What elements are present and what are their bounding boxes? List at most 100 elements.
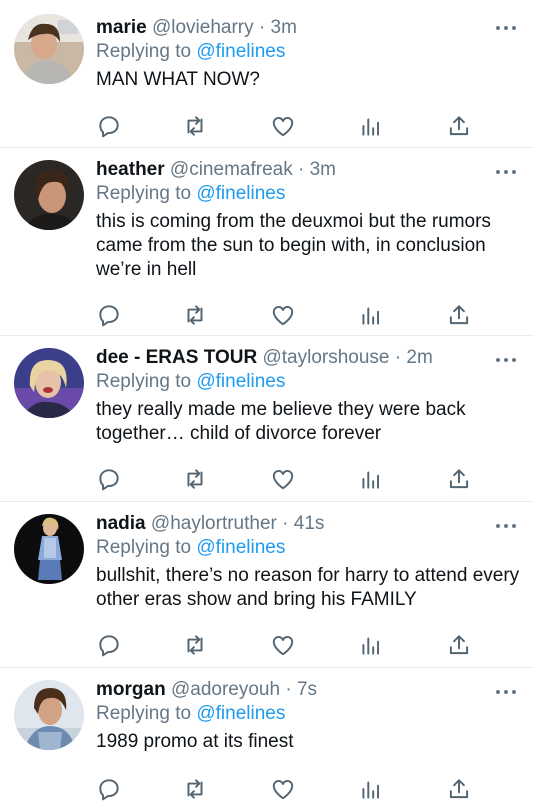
action-bar (96, 632, 476, 658)
like-icon[interactable] (270, 302, 296, 328)
separator-dot: · (297, 159, 305, 180)
tweet-header: marie @lovieharry · 3m (96, 16, 522, 40)
tweet-body: dee - ERAS TOUR @taylorshouse · 2m Reply… (96, 346, 522, 446)
analytics-icon[interactable] (358, 466, 384, 492)
user-handle[interactable]: @adoreyouh (171, 679, 280, 700)
analytics-icon[interactable] (358, 302, 384, 328)
mention-link[interactable]: @finelines (196, 183, 285, 204)
mention-link[interactable]: @finelines (196, 703, 285, 724)
action-bar (96, 302, 476, 328)
user-handle[interactable]: @taylorshouse (262, 347, 389, 368)
retweet-icon[interactable] (182, 302, 208, 328)
tweet[interactable]: marie @lovieharry · 3m Replying to @fine… (0, 0, 534, 148)
reply-feed: marie @lovieharry · 3m Replying to @fine… (0, 0, 534, 810)
tweet-header: dee - ERAS TOUR @taylorshouse · 2m (96, 346, 522, 370)
share-icon[interactable] (446, 632, 472, 658)
reply-icon[interactable] (96, 113, 122, 139)
user-handle[interactable]: @lovieharry (152, 17, 254, 38)
avatar[interactable] (14, 680, 84, 750)
like-icon[interactable] (270, 113, 296, 139)
avatar-photo-icon (14, 160, 84, 230)
tweet-body: morgan @adoreyouh · 7s Replying to @fine… (96, 678, 522, 754)
avatar[interactable] (14, 14, 84, 84)
tweet[interactable]: morgan @adoreyouh · 7s Replying to @fine… (0, 668, 534, 810)
tweet-text: 1989 promo at its finest (96, 731, 294, 752)
timestamp[interactable]: 41s (294, 513, 325, 534)
tweet-header: nadia @haylortruther · 41s (96, 512, 522, 536)
replying-to: Replying to @finelines (96, 370, 522, 394)
display-name[interactable]: dee - ERAS TOUR (96, 347, 257, 368)
tweet[interactable]: nadia @haylortruther · 41s Replying to @… (0, 502, 534, 668)
tweet-body: marie @lovieharry · 3m Replying to @fine… (96, 16, 522, 92)
replying-to: Replying to @finelines (96, 536, 522, 560)
user-handle[interactable]: @cinemafreak (170, 159, 293, 180)
action-bar (96, 466, 476, 492)
replying-to-label: Replying to (96, 537, 192, 558)
retweet-icon[interactable] (182, 466, 208, 492)
like-icon[interactable] (270, 776, 296, 802)
display-name[interactable]: heather (96, 159, 165, 180)
tweet-text: this is coming from the deuxmoi but the … (96, 211, 491, 280)
retweet-icon[interactable] (182, 113, 208, 139)
replying-to: Replying to @finelines (96, 40, 522, 64)
tweet-text: bullshit, there’s no reason for harry to… (96, 565, 520, 610)
more-options-icon[interactable] (496, 168, 516, 176)
action-bar (96, 113, 476, 139)
analytics-icon[interactable] (358, 113, 384, 139)
tweet-header: heather @cinemafreak · 3m (96, 158, 522, 182)
share-icon[interactable] (446, 466, 472, 492)
avatar-photo-icon (14, 680, 84, 750)
retweet-icon[interactable] (182, 632, 208, 658)
avatar[interactable] (14, 514, 84, 584)
separator-dot: · (258, 17, 266, 38)
tweet-text: they really made me believe they were ba… (96, 399, 466, 444)
analytics-icon[interactable] (358, 776, 384, 802)
more-options-icon[interactable] (496, 356, 516, 364)
more-options-icon[interactable] (496, 24, 516, 32)
timestamp[interactable]: 3m (271, 17, 297, 38)
tweet-body: nadia @haylortruther · 41s Replying to @… (96, 512, 522, 612)
tweet[interactable]: heather @cinemafreak · 3m Replying to @f… (0, 148, 534, 336)
separator-dot: · (282, 513, 289, 534)
like-icon[interactable] (270, 466, 296, 492)
share-icon[interactable] (446, 113, 472, 139)
separator-dot: · (394, 347, 402, 368)
replying-to-label: Replying to (96, 183, 192, 204)
tweet-header: morgan @adoreyouh · 7s (96, 678, 522, 702)
retweet-icon[interactable] (182, 776, 208, 802)
display-name[interactable]: marie (96, 17, 147, 38)
replying-to-label: Replying to (96, 41, 192, 62)
reply-icon[interactable] (96, 632, 122, 658)
share-icon[interactable] (446, 302, 472, 328)
reply-icon[interactable] (96, 302, 122, 328)
avatar-photo-icon (14, 348, 84, 418)
reply-icon[interactable] (96, 466, 122, 492)
tweet[interactable]: dee - ERAS TOUR @taylorshouse · 2m Reply… (0, 336, 534, 502)
mention-link[interactable]: @finelines (196, 41, 285, 62)
tweet-text: MAN WHAT NOW? (96, 69, 260, 90)
timestamp[interactable]: 2m (406, 347, 432, 368)
display-name[interactable]: morgan (96, 679, 166, 700)
user-handle[interactable]: @haylortruther (151, 513, 277, 534)
avatar-photo-icon (14, 14, 84, 84)
avatar[interactable] (14, 160, 84, 230)
reply-icon[interactable] (96, 776, 122, 802)
avatar-photo-icon (14, 514, 84, 584)
more-options-icon[interactable] (496, 522, 516, 530)
action-bar (96, 776, 476, 802)
replying-to: Replying to @finelines (96, 702, 522, 726)
mention-link[interactable]: @finelines (196, 371, 285, 392)
tweet-body: heather @cinemafreak · 3m Replying to @f… (96, 158, 522, 282)
replying-to-label: Replying to (96, 703, 192, 724)
share-icon[interactable] (446, 776, 472, 802)
timestamp[interactable]: 7s (297, 679, 317, 700)
more-options-icon[interactable] (496, 688, 516, 696)
avatar[interactable] (14, 348, 84, 418)
mention-link[interactable]: @finelines (196, 537, 285, 558)
like-icon[interactable] (270, 632, 296, 658)
replying-to-label: Replying to (96, 371, 192, 392)
timestamp[interactable]: 3m (310, 159, 336, 180)
replying-to: Replying to @finelines (96, 182, 522, 206)
analytics-icon[interactable] (358, 632, 384, 658)
display-name[interactable]: nadia (96, 513, 146, 534)
